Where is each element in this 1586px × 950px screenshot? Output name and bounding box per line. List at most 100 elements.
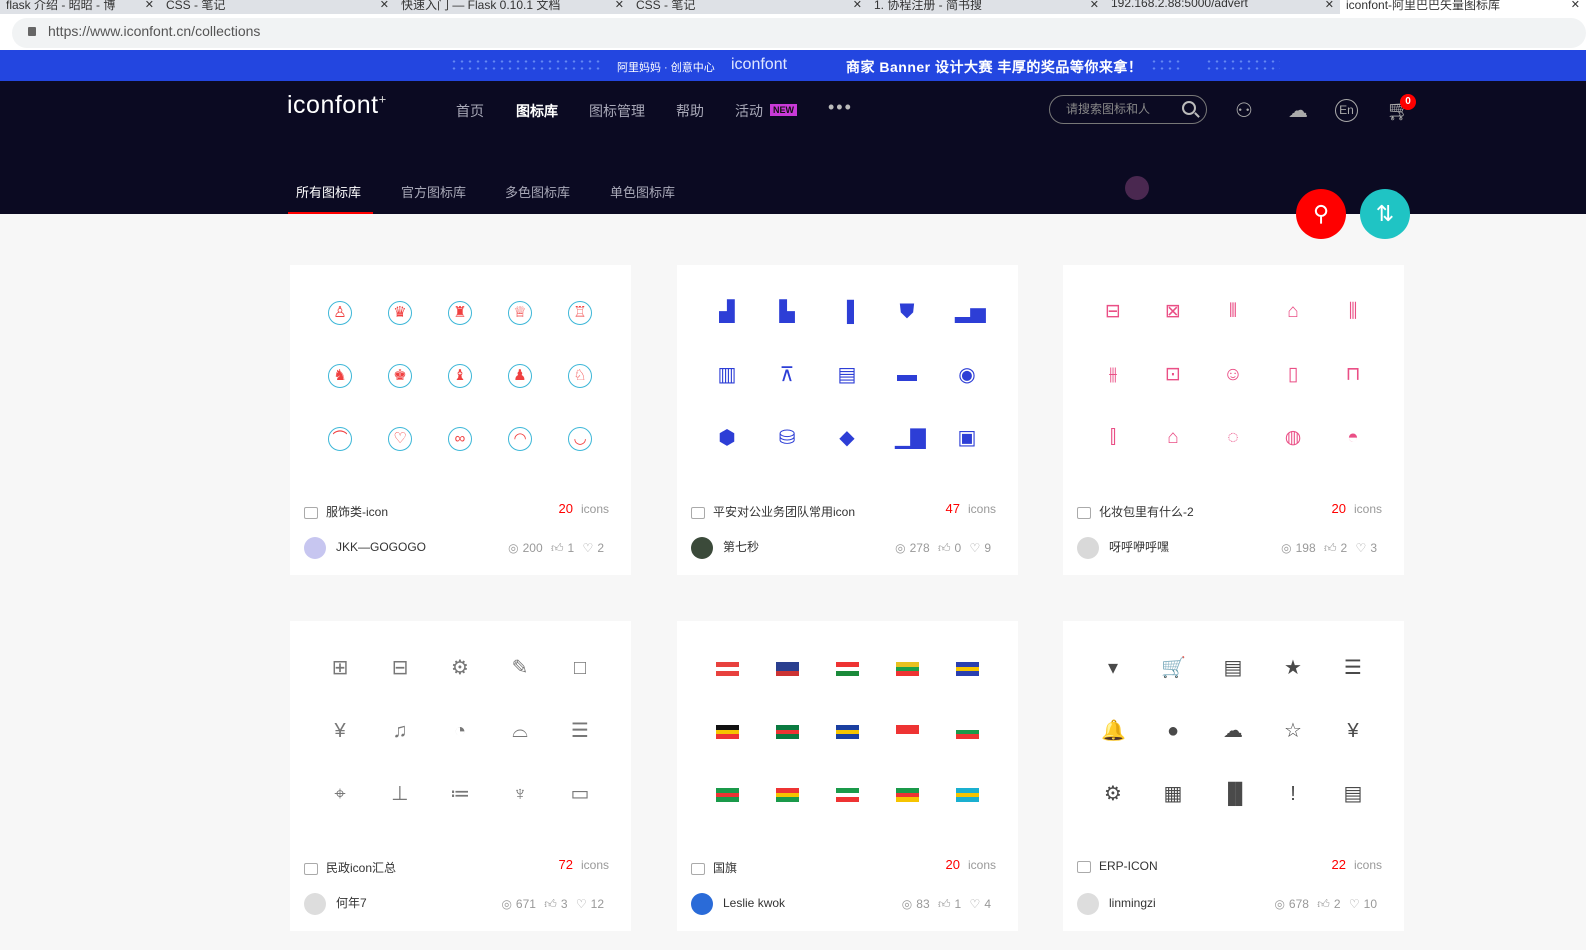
user-icon[interactable]: ⚇ <box>1230 98 1258 123</box>
icon-preview[interactable]: ◍ <box>1263 419 1323 459</box>
search-icon[interactable] <box>1182 101 1196 115</box>
icon-preview[interactable]: ▾ <box>1083 649 1143 689</box>
close-tab-icon[interactable]: ✕ <box>853 0 862 11</box>
icon-preview[interactable]: ☁ <box>1203 712 1263 752</box>
nav-icon-library[interactable]: 图标库 <box>516 101 558 121</box>
collection-card[interactable]: ⊞ ⊟ ⚙ ✎ □ ¥ ♫ ◔ ⌓ ☰ ⌖ ⊥ ≔ ♆ ▭ 民政icon汇总 72 icons 何年7 ◎ 67… <box>290 621 631 931</box>
flag-icon[interactable] <box>817 649 877 689</box>
icon-preview[interactable]: ⌂ <box>1263 293 1323 333</box>
address-bar[interactable]: https://www.iconfont.cn/collections <box>0 14 1586 50</box>
icon-preview[interactable]: ¥ <box>1323 712 1383 752</box>
icon-preview[interactable]: ▥ <box>697 356 757 396</box>
icon-preview[interactable]: ▤ <box>1203 649 1263 689</box>
sort-fab-button[interactable]: ⇅ <box>1360 189 1410 239</box>
icon-preview[interactable]: ◌ <box>1203 419 1263 459</box>
author-name[interactable]: 第七秒 <box>723 540 759 554</box>
browser-tab[interactable]: 1. 协程注册 - 简书搜 ✕ <box>868 0 1105 14</box>
icon-preview[interactable]: ⊟ <box>370 649 430 689</box>
icon-preview[interactable]: ▟ <box>697 293 757 333</box>
icon-preview[interactable]: ● <box>1143 712 1203 752</box>
close-tab-icon[interactable]: ✕ <box>1571 0 1580 11</box>
collection-name[interactable]: 化妆包里有什么-2 <box>1099 505 1194 519</box>
author-name[interactable]: Leslie kwok <box>723 896 785 910</box>
icon-preview[interactable]: ♙ <box>310 293 370 333</box>
icon-preview[interactable]: ¥ <box>310 712 370 752</box>
icon-preview[interactable]: ⫿ <box>1083 419 1143 459</box>
icon-preview[interactable]: ♫ <box>370 712 430 752</box>
nav-help[interactable]: 帮助 <box>676 101 704 121</box>
icon-preview[interactable]: ▯ <box>1263 356 1323 396</box>
icon-preview[interactable]: ∞ <box>430 419 490 459</box>
icon-preview[interactable]: ⬢ <box>697 419 757 459</box>
collection-name[interactable]: ERP-ICON <box>1099 859 1158 873</box>
thumb-up-icon[interactable]: 👍︎ <box>938 897 951 911</box>
icon-preview[interactable]: ⊓ <box>1323 356 1383 396</box>
browser-tab[interactable]: 快速入门 — Flask 0.10.1 文档 ✕ <box>395 0 630 14</box>
close-tab-icon[interactable]: ✕ <box>1325 0 1334 11</box>
flag-icon[interactable] <box>937 649 997 689</box>
icon-preview[interactable]: ♖ <box>550 293 610 333</box>
close-tab-icon[interactable]: ✕ <box>615 0 624 11</box>
promo-banner[interactable]: 阿里妈妈 · 创意中心 iconfont 商家 Banner 设计大赛 丰厚的奖… <box>0 50 1586 81</box>
author-name[interactable]: linmingzi <box>1109 896 1156 910</box>
icon-preview[interactable]: 🔔 <box>1083 712 1143 752</box>
icon-preview[interactable]: ◉ <box>937 356 997 396</box>
subtab-monochrome[interactable]: 单色图标库 <box>610 182 675 201</box>
browser-tab[interactable]: 192.168.2.88:5000/advert ✕ <box>1105 0 1340 14</box>
search-box[interactable] <box>1049 95 1207 124</box>
icon-preview[interactable]: ⛁ <box>757 419 817 459</box>
browser-tab[interactable]: CSS - 笔记 ✕ <box>160 0 395 14</box>
icon-preview[interactable]: ♕ <box>490 293 550 333</box>
icon-preview[interactable]: 🛒 <box>1143 649 1203 689</box>
icon-preview[interactable]: ▤ <box>817 356 877 396</box>
avatar[interactable] <box>304 537 326 559</box>
nav-activity[interactable]: 活动 <box>735 101 763 121</box>
icon-preview[interactable]: ♚ <box>370 356 430 396</box>
subtab-multicolor[interactable]: 多色图标库 <box>505 182 570 201</box>
heart-icon[interactable]: ♡ <box>970 541 981 555</box>
icon-preview[interactable]: ▁▇ <box>877 419 937 459</box>
icon-preview[interactable]: ☆ <box>1263 712 1323 752</box>
flag-icon[interactable] <box>937 775 997 815</box>
heart-icon[interactable]: ♡ <box>970 897 981 911</box>
icon-preview[interactable]: ▂▅ <box>937 293 997 333</box>
close-tab-icon[interactable]: ✕ <box>380 0 389 11</box>
collection-card[interactable]: ⊟ ⊠ ⫴ ⌂ ⫼ ⫵ ⊡ ☺ ▯ ⊓ ⫿ ⌂ ◌ ◍ ◓ 化妆包里有什么-2 20 icons 呀呼咿呼嘿 … <box>1063 265 1404 575</box>
heart-icon[interactable]: ♡ <box>583 541 594 555</box>
flag-icon[interactable] <box>697 712 757 752</box>
flag-icon[interactable] <box>757 712 817 752</box>
flag-icon[interactable] <box>817 712 877 752</box>
nav-icon-manage[interactable]: 图标管理 <box>589 101 645 121</box>
icon-preview[interactable]: ▣ <box>937 419 997 459</box>
icon-preview[interactable]: ♡ <box>370 419 430 459</box>
author-name[interactable]: JKK—GOGOGO <box>336 540 426 554</box>
flag-icon[interactable] <box>877 712 937 752</box>
flag-icon[interactable] <box>877 775 937 815</box>
author-name[interactable]: 何年7 <box>336 896 367 910</box>
search-fab-button[interactable]: ⚲ <box>1296 189 1346 239</box>
icon-preview[interactable]: ⊼ <box>757 356 817 396</box>
nav-home[interactable]: 首页 <box>456 101 484 121</box>
icon-preview[interactable]: ⚙ <box>430 649 490 689</box>
icon-preview[interactable]: ⫴ <box>1203 293 1263 333</box>
icon-preview[interactable]: ♟ <box>490 356 550 396</box>
browser-tab[interactable]: CSS - 笔记 ✕ <box>630 0 868 14</box>
language-toggle[interactable]: En <box>1335 99 1358 122</box>
thumb-up-icon[interactable]: 👍︎ <box>938 541 951 555</box>
author-name[interactable]: 呀呼咿呼嘿 <box>1109 540 1169 554</box>
upload-cloud-icon[interactable]: ☁ <box>1284 98 1312 123</box>
flag-icon[interactable] <box>817 775 877 815</box>
icon-preview[interactable]: ♘ <box>550 356 610 396</box>
icon-preview[interactable]: ▤ <box>1323 775 1383 815</box>
icon-preview[interactable]: ♜ <box>430 293 490 333</box>
icon-preview[interactable]: ◔ <box>430 712 490 752</box>
icon-preview[interactable]: ♛ <box>370 293 430 333</box>
icon-preview[interactable]: ⌂ <box>1143 419 1203 459</box>
icon-preview[interactable]: ♝ <box>430 356 490 396</box>
avatar[interactable] <box>1077 893 1099 915</box>
icon-preview[interactable]: ☰ <box>550 712 610 752</box>
icon-preview[interactable]: ☺ <box>1203 356 1263 396</box>
flag-icon[interactable] <box>697 775 757 815</box>
flag-icon[interactable] <box>697 649 757 689</box>
collection-card[interactable]: ▟ ▙ ▐ ⛊ ▂▅ ▥ ⊼ ▤ ▬ ◉ ⬢ ⛁ ◆ ▁▇ ▣ 平安对公业务团队常用icon 47 icons… <box>677 265 1018 575</box>
